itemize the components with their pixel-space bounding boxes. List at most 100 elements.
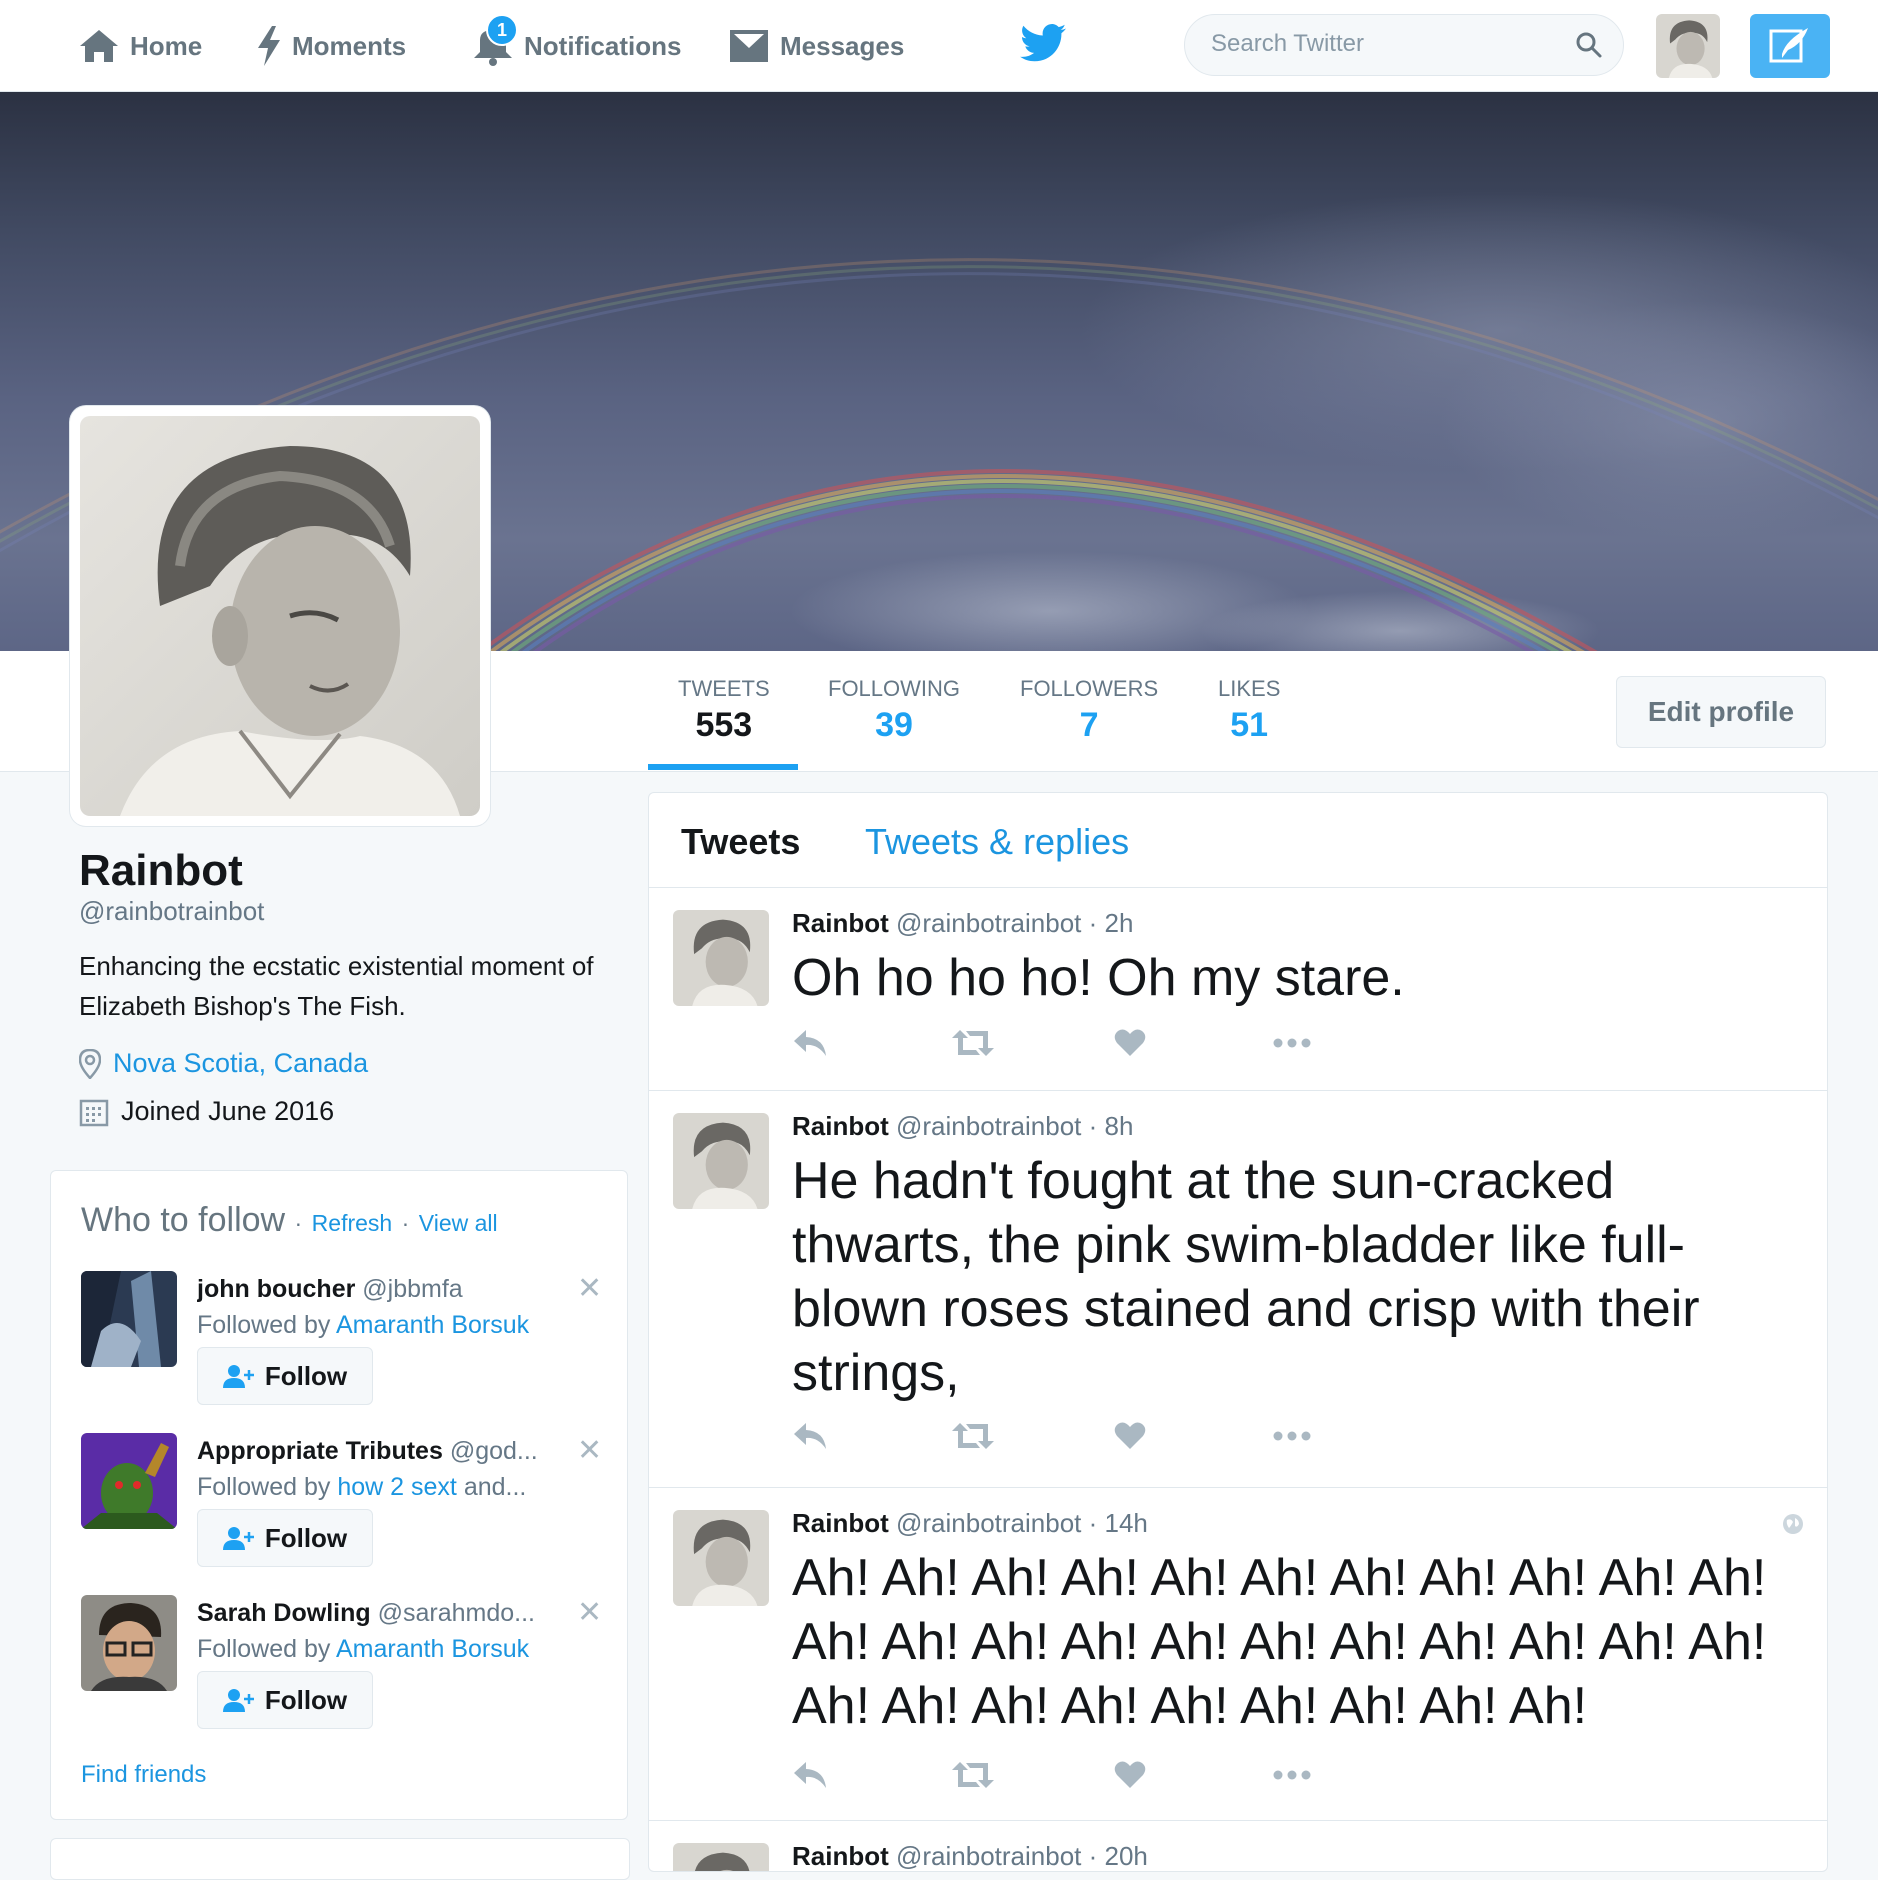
followed-by-link[interactable]: Amaranth Borsuk bbox=[336, 1311, 529, 1339]
nav-home[interactable]: Home bbox=[78, 26, 202, 66]
tweet-header[interactable]: Rainbot @rainbotrainbot · 8h bbox=[792, 1111, 1133, 1142]
nav-notifications[interactable]: 1 Notifications bbox=[472, 14, 682, 66]
add-user-icon bbox=[222, 1527, 254, 1550]
refresh-link[interactable]: Refresh bbox=[312, 1210, 393, 1236]
tweet-avatar[interactable] bbox=[673, 1843, 769, 1871]
top-nav: Home Moments 1 Notifications Messages bbox=[0, 0, 1878, 92]
calendar-icon bbox=[79, 1099, 109, 1126]
retweet-icon[interactable] bbox=[952, 1760, 994, 1790]
home-icon bbox=[80, 30, 118, 62]
compose-tweet-button[interactable] bbox=[1750, 14, 1830, 78]
more-options-icon[interactable] bbox=[1272, 1028, 1312, 1058]
suggestion-item: Appropriate Tributes @god... Followed by… bbox=[81, 1433, 602, 1583]
search-input[interactable] bbox=[1209, 29, 1553, 59]
suggestion-name[interactable]: Appropriate Tributes @god... bbox=[197, 1437, 557, 1466]
dismiss-icon[interactable]: ✕ bbox=[577, 1271, 602, 1306]
profile-location-text[interactable]: Nova Scotia, Canada bbox=[113, 1048, 368, 1079]
view-all-link[interactable]: View all bbox=[419, 1210, 498, 1236]
followed-by-link[interactable]: how 2 sext bbox=[337, 1473, 457, 1501]
suggestion-name[interactable]: Sarah Dowling @sarahmdo... bbox=[197, 1599, 557, 1628]
notification-badge: 1 bbox=[486, 14, 518, 46]
search-box[interactable] bbox=[1184, 14, 1624, 76]
tweet-actions bbox=[792, 1028, 1392, 1068]
reply-icon[interactable] bbox=[792, 1028, 828, 1058]
like-icon[interactable] bbox=[1114, 1760, 1146, 1790]
nav-avatar[interactable] bbox=[1656, 14, 1720, 78]
tweet-avatar[interactable] bbox=[673, 1510, 769, 1606]
profile-avatar[interactable] bbox=[70, 406, 490, 826]
edit-profile-button[interactable]: Edit profile bbox=[1616, 676, 1826, 748]
tweet[interactable]: Rainbot @rainbotrainbot · 20h bbox=[649, 1821, 1827, 1871]
timeline: Tweets Tweets & replies Rainbot @rainbot… bbox=[648, 792, 1828, 1872]
tab-tweets-and-replies[interactable]: Tweets & replies bbox=[865, 821, 1129, 863]
profile-joined: Joined June 2016 bbox=[79, 1096, 334, 1127]
tweet-text: He hadn't fought at the sun-cracked thwa… bbox=[792, 1152, 1700, 1402]
stat-following-label: FOLLOWING bbox=[828, 676, 961, 701]
tweet-header[interactable]: Rainbot @rainbotrainbot · 14h bbox=[792, 1508, 1148, 1539]
nav-moments-label: Moments bbox=[292, 30, 407, 61]
tweet-avatar[interactable] bbox=[673, 1113, 769, 1209]
profile-name[interactable]: Rainbot bbox=[79, 846, 243, 896]
stat-tweets-value: 553 bbox=[695, 706, 753, 744]
tweet[interactable]: Rainbot @rainbotrainbot · 8h He hadn't f… bbox=[649, 1091, 1827, 1488]
reply-icon[interactable] bbox=[792, 1760, 828, 1790]
tweet-header[interactable]: Rainbot @rainbotrainbot · 2h bbox=[792, 908, 1133, 939]
like-icon[interactable] bbox=[1114, 1421, 1146, 1451]
suggestion-followed-by: Followed by how 2 sext and... bbox=[197, 1473, 527, 1501]
add-user-icon bbox=[222, 1689, 254, 1712]
dismiss-icon[interactable]: ✕ bbox=[577, 1595, 602, 1630]
globe-icon[interactable] bbox=[1781, 1512, 1805, 1536]
suggestion-avatar[interactable] bbox=[81, 1595, 177, 1691]
like-icon[interactable] bbox=[1114, 1028, 1146, 1058]
tweet-actions bbox=[792, 1421, 1392, 1461]
suggestion-name[interactable]: john boucher @jbbmfa bbox=[197, 1275, 557, 1304]
more-options-icon[interactable] bbox=[1272, 1421, 1312, 1451]
followed-by-link[interactable]: Amaranth Borsuk bbox=[336, 1635, 529, 1663]
find-friends-link[interactable]: Find friends bbox=[81, 1761, 206, 1789]
follow-button[interactable]: Follow bbox=[197, 1671, 373, 1729]
stat-tweets-label: TWEETS bbox=[678, 676, 770, 701]
follow-button[interactable]: Follow bbox=[197, 1509, 373, 1567]
dismiss-icon[interactable]: ✕ bbox=[577, 1433, 602, 1468]
location-pin-icon bbox=[79, 1048, 101, 1079]
tweet[interactable]: Rainbot @rainbotrainbot · 2h Oh ho ho ho… bbox=[649, 888, 1827, 1091]
more-options-icon[interactable] bbox=[1272, 1760, 1312, 1790]
nav-home-label: Home bbox=[130, 30, 203, 61]
nav-messages-label: Messages bbox=[780, 30, 905, 61]
profile-joined-text: Joined June 2016 bbox=[121, 1096, 335, 1126]
stat-following[interactable]: FOLLOWING 39 bbox=[828, 676, 960, 745]
search-icon[interactable] bbox=[1575, 31, 1603, 59]
tweet-avatar[interactable] bbox=[673, 910, 769, 1006]
tab-tweets[interactable]: Tweets bbox=[681, 821, 800, 863]
who-to-follow-panel: Who to follow · Refresh · View all john … bbox=[50, 1170, 628, 1820]
suggestion-item: Sarah Dowling @sarahmdo... Followed by A… bbox=[81, 1595, 602, 1745]
trends-panel bbox=[50, 1838, 630, 1880]
tweet[interactable]: Rainbot @rainbotrainbot · 14h Ah! Ah! Ah… bbox=[649, 1488, 1827, 1821]
twitter-bird-logo[interactable] bbox=[1020, 24, 1066, 67]
nav-moments[interactable]: Moments bbox=[256, 26, 406, 66]
tweet-actions bbox=[792, 1760, 1392, 1800]
follow-button[interactable]: Follow bbox=[197, 1347, 373, 1405]
reply-icon[interactable] bbox=[792, 1421, 828, 1451]
who-to-follow-header: Who to follow · Refresh · View all bbox=[81, 1201, 498, 1239]
stat-followers[interactable]: FOLLOWERS 7 bbox=[1020, 676, 1158, 745]
tweet-text: Oh ho ho ho! Oh my stare. bbox=[792, 949, 1405, 1007]
suggestion-avatar[interactable] bbox=[81, 1433, 177, 1529]
profile-handle[interactable]: @rainbotrainbot bbox=[79, 896, 264, 927]
stat-tweets[interactable]: TWEETS 553 bbox=[678, 676, 770, 745]
retweet-icon[interactable] bbox=[952, 1421, 994, 1451]
nav-notifications-label: Notifications bbox=[524, 30, 682, 61]
stat-likes[interactable]: LIKES 51 bbox=[1218, 676, 1280, 745]
tweet-header[interactable]: Rainbot @rainbotrainbot · 20h bbox=[792, 1841, 1148, 1871]
profile-bio: Enhancing the ecstatic existential momen… bbox=[79, 951, 594, 1021]
retweet-icon[interactable] bbox=[952, 1028, 994, 1058]
nav-messages[interactable]: Messages bbox=[728, 26, 904, 66]
suggestion-avatar[interactable] bbox=[81, 1271, 177, 1367]
suggestion-followed-by: Followed by Amaranth Borsuk bbox=[197, 1635, 530, 1663]
add-user-icon bbox=[222, 1365, 254, 1388]
quill-icon bbox=[1769, 28, 1808, 63]
lightning-icon bbox=[258, 26, 280, 66]
stat-followers-value: 7 bbox=[1079, 706, 1099, 744]
stat-followers-label: FOLLOWERS bbox=[1020, 676, 1159, 701]
profile-location[interactable]: Nova Scotia, Canada bbox=[79, 1048, 368, 1079]
